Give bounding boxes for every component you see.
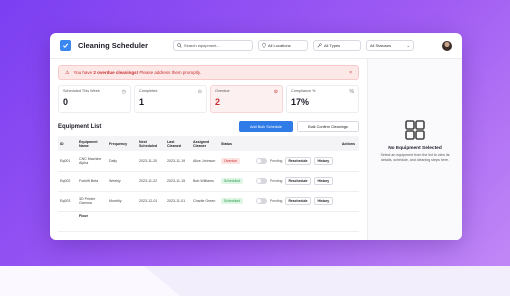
ban-icon: ⊘	[273, 89, 278, 95]
alert-prefix: You have	[73, 70, 94, 75]
stat-label: Overdue	[215, 89, 230, 93]
percent-icon: %	[349, 89, 354, 95]
reschedule-button[interactable]: Reschedule	[285, 177, 311, 185]
cell-id: Eq001	[58, 151, 77, 172]
column-header[interactable]: Actions	[254, 136, 359, 151]
cell-last: 2023-11-15	[165, 171, 191, 192]
empty-state-title: No Equipment Selected	[388, 146, 442, 151]
pending-label: Pending	[270, 179, 283, 183]
table-row[interactable]: Eq003 3D Printer Gamma Monthly 2023-12-0…	[58, 191, 359, 212]
column-header[interactable]: Last Cleaned	[165, 136, 191, 151]
reschedule-button[interactable]: Reschedule	[285, 156, 311, 165]
add-bulk-schedule-button[interactable]: Add Bulk Schedule	[239, 121, 293, 132]
search-box[interactable]	[173, 40, 253, 51]
warning-icon: ⚠	[65, 69, 70, 76]
status-badge: Scheduled	[221, 178, 244, 184]
history-button[interactable]: History	[313, 197, 334, 205]
pending-toggle[interactable]	[256, 178, 267, 184]
column-header[interactable]: Next Scheduled	[137, 136, 165, 151]
cell-id: Eq002	[58, 171, 77, 192]
cell-frequency: Weekly	[107, 171, 137, 192]
close-icon[interactable]: ×	[349, 70, 352, 76]
stat-label: Scheduled This Week	[63, 89, 100, 93]
status-filter[interactable]: All Statuses ⌄	[366, 40, 414, 51]
stat-value: 17%	[291, 97, 310, 107]
pending-toggle[interactable]	[256, 157, 267, 164]
wrench-icon	[317, 43, 322, 48]
column-header[interactable]: Status	[219, 136, 254, 151]
calendar-logo-icon	[60, 40, 71, 51]
history-button[interactable]: History	[313, 177, 334, 185]
stat-value: 1	[139, 97, 145, 107]
stats-cards: Scheduled This Week 0 ◷ Completed 1 ⊙ Ov…	[58, 85, 359, 113]
stat-card-compliance: Compliance % 17% %	[286, 85, 359, 113]
detail-panel: No Equipment Selected Select an equipmen…	[368, 59, 462, 240]
stat-card-scheduled: Scheduled This Week 0 ◷	[58, 85, 131, 113]
table-row[interactable]: Floor	[58, 211, 359, 232]
stat-value: 0	[63, 97, 69, 107]
check-circle-icon: ⊙	[197, 89, 202, 95]
cell-next: 2023-11-22	[137, 171, 165, 192]
stat-label: Compliance %	[291, 89, 316, 93]
alert-highlight: 2 overdue cleanings!	[93, 70, 139, 75]
search-input[interactable]	[183, 43, 249, 48]
location-pin-icon	[262, 43, 266, 48]
overdue-alert: ⚠ You have 2 overdue cleanings! Please a…	[58, 65, 359, 80]
equipment-list-header: Equipment List Add Bulk Schedule Bulk Co…	[58, 121, 359, 132]
pending-toggle[interactable]	[256, 198, 267, 204]
cell-next: 2023-11-20	[137, 151, 165, 172]
top-bar: Cleaning Scheduler All Locations All Typ…	[50, 33, 462, 59]
type-filter[interactable]: All Types	[313, 40, 361, 51]
type-filter-label: All Types	[324, 43, 341, 48]
cell-cleaner: Alice Johnson	[191, 151, 219, 172]
cell-frequency: Daily	[107, 151, 137, 172]
cell-name: Floor	[77, 211, 107, 232]
cell-name: Forklift Beta	[77, 171, 107, 192]
column-header[interactable]: Frequency	[107, 136, 137, 151]
pending-label: Pending	[270, 158, 283, 163]
table-row[interactable]: Eq001 CNC Machine Alpha Daily 2023-11-20…	[58, 151, 359, 172]
history-button[interactable]: History	[313, 156, 334, 165]
cell-last: 2023-11-01	[165, 191, 191, 212]
cell-frequency: Monthly	[107, 191, 137, 212]
cell-id: Eq003	[58, 191, 77, 212]
status-badge: Scheduled	[221, 198, 244, 204]
equipment-list-title: Equipment List	[58, 123, 102, 130]
chevron-down-icon: ⌄	[406, 43, 410, 48]
cell-id	[58, 211, 77, 232]
pending-label: Pending	[270, 199, 283, 203]
bulk-confirm-button[interactable]: Bulk Confirm Cleanings	[297, 121, 359, 132]
column-header[interactable]: Assigned Cleaner	[191, 136, 219, 151]
grid-icon	[405, 120, 425, 140]
table-header-row: ID Equipment Name Frequency Next Schedul…	[58, 136, 359, 151]
stat-card-overdue: Overdue 2 ⊘	[210, 85, 283, 113]
cell-name: 3D Printer Gamma	[77, 191, 107, 212]
clock-icon: ◷	[121, 89, 126, 95]
stat-value: 2	[215, 97, 221, 107]
cell-cleaner: Charlie Green	[191, 191, 219, 212]
app-title: Cleaning Scheduler	[78, 41, 149, 50]
status-filter-label: All Statuses	[370, 43, 392, 48]
equipment-table: ID Equipment Name Frequency Next Schedul…	[58, 136, 359, 232]
search-icon	[177, 43, 182, 48]
avatar[interactable]	[442, 40, 452, 51]
location-filter-label: All Locations	[268, 43, 291, 48]
app-window: Cleaning Scheduler All Locations All Typ…	[50, 33, 462, 240]
cell-last: 2023-11-19	[165, 151, 191, 172]
main-panel: ⚠ You have 2 overdue cleanings! Please a…	[50, 59, 368, 240]
cell-next: 2023-12-01	[137, 191, 165, 212]
column-header[interactable]: Equipment Name	[77, 136, 107, 151]
reschedule-button[interactable]: Reschedule	[285, 197, 311, 205]
status-badge: Overdue	[221, 157, 241, 164]
stat-label: Completed	[139, 89, 158, 93]
table-row[interactable]: Eq002 Forklift Beta Weekly 2023-11-22 20…	[58, 171, 359, 192]
alert-suffix: Please address them promptly.	[138, 70, 202, 75]
location-filter[interactable]: All Locations	[258, 40, 308, 51]
column-header[interactable]: ID	[58, 136, 77, 151]
empty-state-text: Select an equipment from the list to vie…	[380, 153, 450, 162]
cell-cleaner: Bob Williams	[191, 171, 219, 192]
cell-name: CNC Machine Alpha	[77, 151, 107, 172]
stat-card-completed: Completed 1 ⊙	[134, 85, 207, 113]
